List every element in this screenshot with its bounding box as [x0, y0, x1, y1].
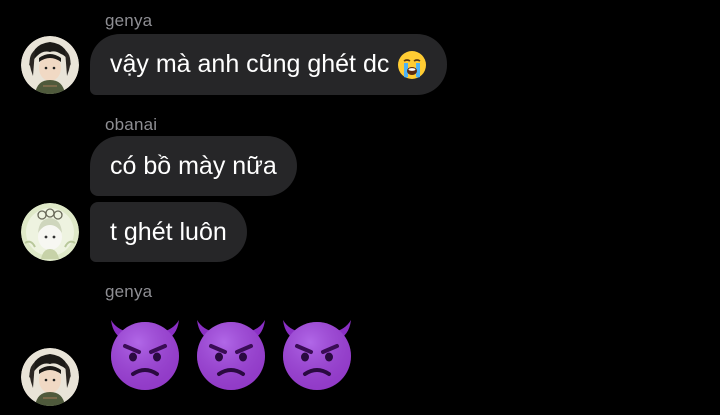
- avatar-genya[interactable]: [21, 36, 79, 94]
- loudly-crying-face-icon: [397, 50, 427, 80]
- chat-thread: genya vậy mà anh cũng ghét dc obanai có …: [0, 0, 720, 415]
- avatar-obanai[interactable]: [21, 203, 79, 261]
- sender-name-genya: genya: [105, 282, 153, 301]
- emoji-message[interactable]: [103, 310, 359, 394]
- sender-name-obanai: obanai: [105, 115, 158, 134]
- angry-face-with-horns-icon: [189, 310, 273, 394]
- angry-face-with-horns-icon: [103, 310, 187, 394]
- message-text: có bồ mày nữa: [110, 151, 277, 180]
- message-bubble[interactable]: t ghét luôn: [90, 202, 247, 262]
- avatar-genya[interactable]: [21, 348, 79, 406]
- message-text: vậy mà anh cũng ghét dc: [110, 50, 390, 78]
- message-bubble[interactable]: vậy mà anh cũng ghét dc: [90, 34, 448, 95]
- message-bubble[interactable]: có bồ mày nữa: [90, 136, 297, 196]
- sender-name-genya: genya: [105, 11, 153, 30]
- message-text: t ghét luôn: [110, 217, 227, 246]
- angry-face-with-horns-icon: [275, 310, 359, 394]
